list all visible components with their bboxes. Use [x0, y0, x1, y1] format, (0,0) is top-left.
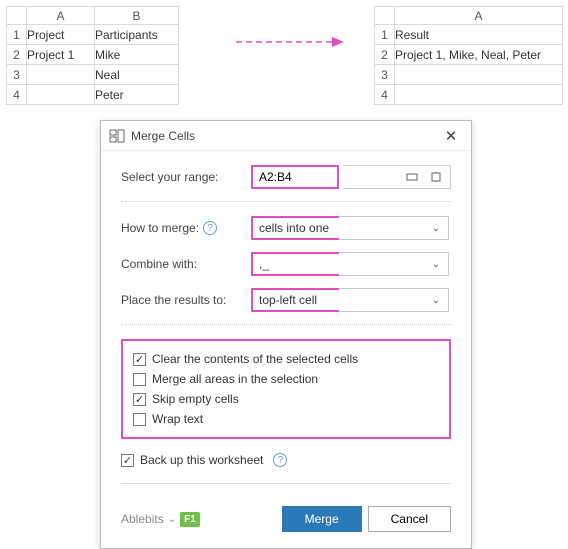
cell[interactable]: Participants: [95, 25, 179, 45]
grid-corner: [7, 7, 27, 25]
skip-empty-label: Skip empty cells: [152, 392, 239, 406]
col-header[interactable]: B: [95, 7, 179, 25]
merge-button[interactable]: Merge: [282, 506, 362, 532]
how-merge-label: How to merge: ?: [121, 221, 251, 235]
cell[interactable]: Project: [27, 25, 95, 45]
close-button[interactable]: ✕: [439, 124, 463, 148]
col-header[interactable]: A: [395, 7, 563, 25]
cell[interactable]: Mike: [95, 45, 179, 65]
arrow-icon: [236, 34, 346, 50]
cell[interactable]: [395, 65, 563, 85]
dialog-title: Merge Cells: [131, 129, 439, 143]
chevron-down-icon: ⌄: [432, 223, 440, 234]
collapse-range-icon[interactable]: [402, 167, 422, 187]
row-header[interactable]: 4: [7, 85, 27, 105]
cell[interactable]: [27, 65, 95, 85]
cell[interactable]: [27, 85, 95, 105]
merge-cells-dialog: Merge Cells ✕ Select your range:: [100, 120, 472, 549]
row-header[interactable]: 2: [7, 45, 27, 65]
grid-corner: [375, 7, 395, 25]
f1-badge[interactable]: F1: [180, 512, 200, 527]
row-header[interactable]: 2: [375, 45, 395, 65]
place-results-dropdown[interactable]: top-left cell ⌄: [251, 288, 449, 312]
wrap-checkbox[interactable]: [133, 413, 146, 426]
source-table: A B 1 Project Participants 2 Project 1 M…: [6, 6, 179, 105]
help-icon[interactable]: ?: [203, 221, 217, 235]
chevron-down-icon: ⌄: [432, 259, 440, 270]
how-merge-dropdown[interactable]: cells into one ⌄: [251, 216, 449, 240]
wrap-label: Wrap text: [152, 412, 203, 426]
result-table: A 1 Result 2 Project 1, Mike, Neal, Pete…: [374, 6, 563, 105]
cell[interactable]: Peter: [95, 85, 179, 105]
col-header[interactable]: A: [27, 7, 95, 25]
brand[interactable]: Ablebits ⌄ F1: [121, 512, 276, 527]
select-range-label: Select your range:: [121, 170, 251, 184]
row-header[interactable]: 1: [375, 25, 395, 45]
cell[interactable]: Result: [395, 25, 563, 45]
merge-all-label: Merge all areas in the selection: [152, 372, 318, 386]
range-input[interactable]: [251, 165, 339, 189]
skip-empty-checkbox[interactable]: ✓: [133, 393, 146, 406]
row-header[interactable]: 1: [7, 25, 27, 45]
place-results-label: Place the results to:: [121, 293, 251, 307]
cell[interactable]: Project 1, Mike, Neal, Peter: [395, 45, 563, 65]
row-header[interactable]: 3: [375, 65, 395, 85]
clear-checkbox[interactable]: ✓: [133, 353, 146, 366]
backup-label: Back up this worksheet: [140, 453, 263, 467]
cell[interactable]: Project 1: [27, 45, 95, 65]
chevron-down-icon: ⌄: [432, 295, 440, 306]
backup-checkbox[interactable]: ✓: [121, 454, 134, 467]
row-header[interactable]: 3: [7, 65, 27, 85]
titlebar: Merge Cells ✕: [101, 121, 471, 151]
merge-cells-icon: [109, 128, 125, 144]
chevron-down-icon: ⌄: [168, 514, 176, 525]
cancel-button[interactable]: Cancel: [368, 506, 451, 532]
combine-with-dropdown[interactable]: ,_ ⌄: [251, 252, 449, 276]
combine-with-label: Combine with:: [121, 257, 251, 271]
row-header[interactable]: 4: [375, 85, 395, 105]
cell[interactable]: [395, 85, 563, 105]
expand-range-icon[interactable]: [426, 167, 446, 187]
merge-all-checkbox[interactable]: [133, 373, 146, 386]
help-icon[interactable]: ?: [273, 453, 287, 467]
options-group: ✓ Clear the contents of the selected cel…: [121, 339, 451, 439]
cell[interactable]: Neal: [95, 65, 179, 85]
clear-label: Clear the contents of the selected cells: [152, 352, 358, 366]
